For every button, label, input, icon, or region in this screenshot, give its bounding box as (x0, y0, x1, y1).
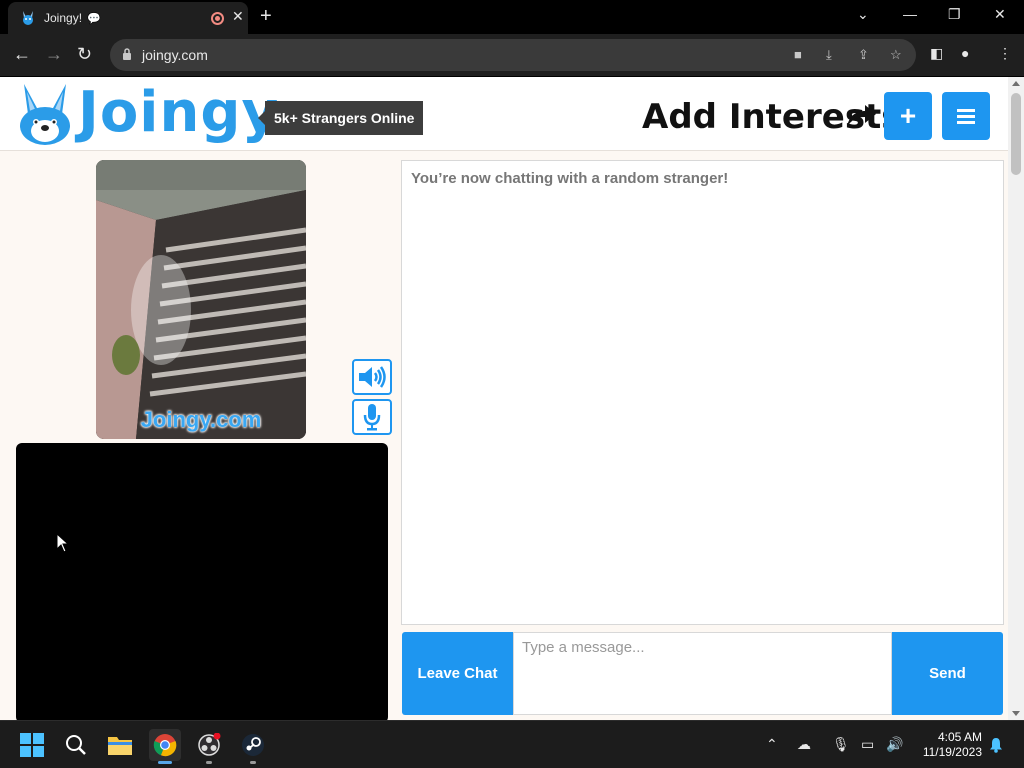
minimize-button[interactable]: — (903, 6, 917, 22)
chrome-icon (153, 734, 177, 757)
side-panel-icon[interactable]: ◧ (930, 45, 943, 62)
browser-toolbar: ← → ↻ joingy.com ■ ⤓ ⇪ ☆ ◧ ● ⋮ (0, 34, 1024, 76)
steam-taskbar-button[interactable] (237, 729, 269, 764)
joingy-favicon-icon (23, 11, 33, 25)
microphone-tray-icon[interactable]: 🎙 (832, 736, 850, 753)
site-header: Joingy 5k+ Strangers Online Add Interest… (0, 77, 1008, 151)
scroll-down-arrow-icon[interactable] (1012, 711, 1020, 716)
chrome-menu-icon[interactable]: ⋮ (998, 45, 1012, 62)
browser-tab[interactable]: Joingy! 💬 ✕ (8, 2, 248, 34)
stranger-video-frame (96, 160, 306, 439)
curved-arrow-icon (847, 105, 876, 127)
profile-avatar-icon[interactable]: ● (961, 45, 969, 61)
cloud-sync-off-icon[interactable]: ☁ (797, 736, 811, 753)
volume-button[interactable] (352, 359, 392, 395)
scroll-thumb[interactable] (1011, 93, 1021, 175)
folder-icon (108, 737, 132, 755)
reload-icon[interactable]: ↻ (77, 44, 92, 64)
obs-taskbar-button[interactable] (193, 729, 225, 764)
install-app-icon[interactable]: ⤓ (826, 47, 832, 63)
microphone-icon (363, 404, 381, 431)
search-button[interactable] (60, 729, 92, 761)
notification-bell-icon[interactable] (989, 737, 1003, 753)
self-video (16, 443, 388, 720)
forward-arrow-icon[interactable]: → (45, 44, 63, 64)
chrome-taskbar-button[interactable] (149, 729, 181, 764)
mouse-pointer-icon (56, 533, 70, 553)
add-interests-button[interactable]: + (884, 92, 932, 140)
tab-search-chevron-icon[interactable]: ⌄ (857, 6, 869, 23)
start-button[interactable] (16, 729, 48, 761)
url-text: joingy.com (142, 47, 208, 63)
online-count-badge: 5k+ Strangers Online (257, 101, 424, 135)
stranger-video: Joingy.com (96, 160, 306, 439)
network-icon[interactable]: ▭ (861, 736, 874, 753)
chat-log: You’re now chatting with a random strang… (401, 160, 1004, 625)
windows-taskbar: ⌃ ☁ 🎙 ▭ 🔊 4:05 AM 11/19/2023 (0, 720, 1024, 768)
send-button[interactable]: Send (892, 632, 1003, 715)
bookmark-star-icon[interactable]: ☆ (890, 47, 902, 63)
running-app-indicator (250, 761, 256, 764)
bunny-logo-icon[interactable] (14, 82, 76, 146)
file-explorer-button[interactable] (104, 729, 136, 761)
page-scrollbar[interactable] (1008, 77, 1024, 720)
speaker-volume-icon (359, 366, 386, 388)
recording-indicator-icon (211, 12, 224, 25)
address-bar[interactable]: joingy.com ■ ⤓ ⇪ ☆ (110, 39, 916, 71)
clock-time: 4:05 AM (937, 730, 982, 744)
message-input[interactable] (513, 632, 892, 715)
tray-overflow-chevron-icon[interactable]: ⌃ (766, 736, 778, 753)
chat-status-message: You’re now chatting with a random strang… (411, 170, 729, 187)
obs-icon (198, 733, 221, 756)
system-clock[interactable]: 4:05 AM 11/19/2023 (912, 730, 982, 760)
search-icon (66, 735, 86, 755)
running-app-indicator (206, 761, 212, 764)
active-app-indicator (158, 761, 172, 764)
tab-title: Joingy! (44, 11, 83, 25)
video-watermark: Joingy.com (140, 407, 262, 432)
windows-logo-icon (20, 733, 44, 757)
plus-icon: + (899, 100, 917, 131)
site-logo-text[interactable]: Joingy (78, 81, 279, 145)
microphone-button[interactable] (352, 399, 392, 435)
menu-button[interactable] (942, 92, 990, 140)
hamburger-menu-icon (957, 109, 975, 124)
share-icon[interactable]: ⇪ (858, 47, 869, 63)
close-window-button[interactable]: ✕ (994, 6, 1006, 23)
clock-date: 11/19/2023 (922, 745, 982, 759)
leave-chat-button[interactable]: Leave Chat (402, 632, 513, 715)
steam-icon (242, 734, 264, 756)
restore-button[interactable]: ❐ (948, 6, 961, 23)
volume-tray-icon[interactable]: 🔊 (886, 736, 903, 753)
joingy-page: Joingy 5k+ Strangers Online Add Interest… (0, 77, 1008, 720)
tab-close-icon[interactable]: ✕ (232, 8, 244, 25)
speech-bubble-icon: 💬 (87, 12, 101, 25)
browser-tab-bar: Joingy! 💬 ✕ + ⌄ — ❐ ✕ (0, 0, 1024, 34)
back-arrow-icon[interactable]: ← (13, 44, 31, 64)
scroll-up-arrow-icon[interactable] (1012, 81, 1020, 86)
lock-icon (123, 48, 131, 60)
camera-icon[interactable]: ■ (794, 47, 802, 62)
new-tab-button[interactable]: + (260, 5, 272, 28)
